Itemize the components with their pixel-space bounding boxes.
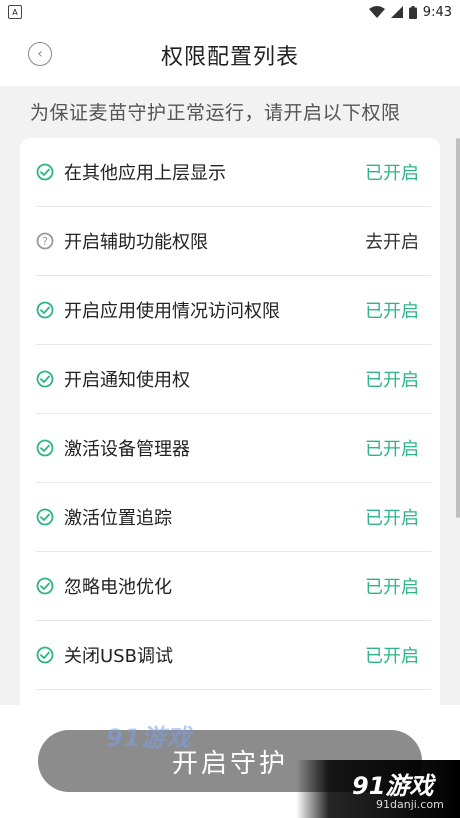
svg-text:?: ? [42,235,48,248]
header: ‹ 权限配置列表 [0,24,460,86]
status-bar: A 9:43 [0,0,460,24]
watermark-badge-url: 91danji.com [376,798,444,811]
permission-label: 激活位置追踪 [64,508,172,529]
permission-label: 开启应用使用情况访问权限 [64,301,280,322]
permission-row[interactable]: 激活设备管理器 已开启 [36,414,431,483]
watermark-badge-text: 91游戏 [352,772,434,800]
notice-text: 为保证麦苗守护正常运行，请开启以下权限 [30,102,401,124]
permission-row-left: ? 开启辅助功能权限 [36,228,208,254]
notification-icon: A [8,5,22,19]
permission-status-enabled: 已开启 [365,508,419,529]
permission-status-enabled: 已开启 [365,370,419,391]
check-circle-icon [36,577,54,595]
permission-row-left: 关闭USB调试 [36,642,173,668]
permission-row-left: 忽略电池优化 [36,573,172,599]
permission-row-left: 在其他应用上层显示 [36,159,226,185]
page-title: 权限配置列表 [160,45,299,70]
permission-status-enabled: 已开启 [365,577,419,598]
permission-row[interactable]: 开启应用使用情况访问权限 已开启 [36,276,431,345]
permission-label: 开启辅助功能权限 [64,232,208,253]
permission-row[interactable]: 开启通知使用权 已开启 [36,345,431,414]
chevron-left-icon: ‹ [37,46,43,62]
check-circle-icon [36,646,54,664]
watermark-logo: 91游戏 [106,724,192,752]
permission-label: 激活设备管理器 [64,439,190,460]
permission-label: 开启通知使用权 [64,370,190,391]
permission-row-left: 激活设备管理器 [36,435,190,461]
status-icons: 9:43 [368,4,452,20]
permission-status-enabled: 已开启 [365,646,419,667]
check-circle-icon [36,370,54,388]
permission-status-enabled: 已开启 [365,439,419,460]
check-circle-icon [36,508,54,526]
watermark-badge: 91游戏 91danji.com [296,760,460,818]
permission-status-enabled: 已开启 [365,163,419,184]
wifi-icon [368,5,385,18]
signal-icon [390,6,403,18]
clock: 9:43 [422,4,452,20]
check-circle-icon [36,163,54,181]
question-circle-icon: ? [36,232,54,250]
permission-row-left: 开启应用使用情况访问权限 [36,297,280,323]
permission-row[interactable]: ? 开启辅助功能权限 去开启 [36,207,431,276]
back-button[interactable]: ‹ [28,42,52,66]
permission-row-left: 开启通知使用权 [36,366,190,392]
battery-icon [408,5,417,19]
permission-list: 在其他应用上层显示 已开启? 开启辅助功能权限 去开启 开启应用使用情况访问权限 已开启开… [20,138,440,738]
check-circle-icon [36,439,54,457]
permission-label: 关闭USB调试 [64,646,173,667]
permission-label: 在其他应用上层显示 [64,163,226,184]
permission-enable-link[interactable]: 去开启 [365,228,419,254]
scrollbar[interactable] [456,138,460,518]
permission-row[interactable]: 激活位置追踪 已开启 [36,483,431,552]
permission-row-left: 激活位置追踪 [36,504,172,530]
permission-row[interactable]: 关闭USB调试 已开启 [36,621,431,690]
permission-row[interactable]: 在其他应用上层显示 已开启 [36,138,431,207]
permission-row[interactable]: 忽略电池优化 已开启 [36,552,431,621]
check-circle-icon [36,301,54,319]
permission-status-enabled: 已开启 [365,301,419,322]
permission-label: 忽略电池优化 [64,577,172,598]
